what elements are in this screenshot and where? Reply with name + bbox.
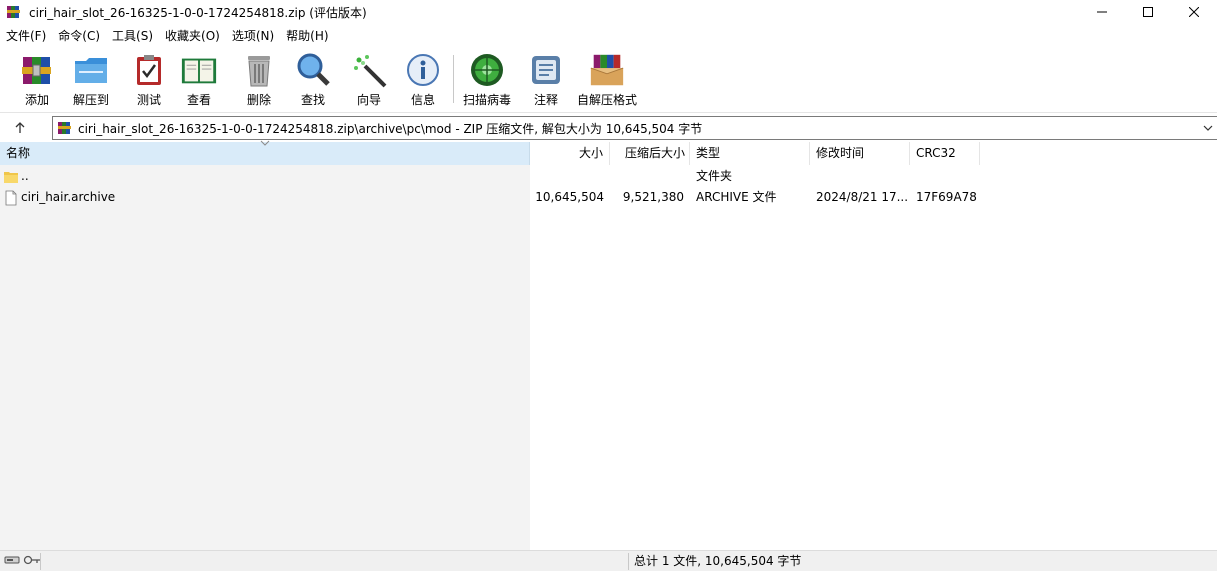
sort-caret-icon [260, 140, 270, 146]
column-header-type[interactable]: 类型 [690, 142, 810, 165]
menu-file[interactable]: 文件(F) [0, 25, 52, 47]
menu-options[interactable]: 选项(N) [226, 25, 280, 47]
virus-scan-button[interactable]: 扫描病毒 [463, 51, 511, 111]
delete-button[interactable]: 删除 [240, 51, 278, 111]
info-icon [407, 54, 439, 86]
menu-favorites[interactable]: 收藏夹(O) [159, 25, 226, 47]
delete-label: 删除 [246, 93, 271, 107]
status-bar: 总计 1 文件, 10,645,504 字节 [0, 550, 1217, 571]
add-label: 添加 [24, 93, 49, 107]
test-button[interactable]: 测试 [130, 51, 168, 111]
table-row[interactable]: ciri_hair.archive 10,645,504 9,521,380 A… [0, 187, 1217, 208]
status-divider [628, 553, 629, 570]
extract-folder-icon [75, 58, 107, 83]
title-bar: ciri_hair_slot_26-16325-1-0-0-1724254818… [0, 0, 1217, 24]
menu-help[interactable]: 帮助(H) [280, 25, 334, 47]
sfx-button[interactable]: 自解压格式 [577, 51, 637, 111]
find-label: 查找 [300, 93, 325, 107]
view-button[interactable]: 查看 [180, 51, 218, 111]
column-header-modified[interactable]: 修改时间 [810, 142, 910, 165]
window-controls [1079, 0, 1217, 24]
comment-button[interactable]: 注释 [527, 51, 565, 111]
row-size [530, 166, 610, 187]
add-button[interactable]: 添加 [18, 51, 56, 111]
minimize-button[interactable] [1079, 0, 1125, 24]
minimize-icon [1097, 11, 1107, 13]
comment-label: 注释 [533, 93, 558, 107]
row-packed: 9,521,380 [622, 190, 684, 204]
status-summary: 总计 1 文件, 10,645,504 字节 [634, 554, 802, 568]
row-name: .. [21, 169, 29, 183]
row-packed [610, 166, 690, 187]
winrar-window: ciri_hair_slot_26-16325-1-0-0-1724254818… [0, 0, 1217, 571]
file-icon [5, 190, 17, 205]
row-type: 文件夹 [696, 169, 733, 183]
extract-to-label: 解压到 [72, 93, 109, 107]
test-label: 测试 [136, 93, 161, 107]
column-header-name[interactable]: 名称 [0, 140, 530, 165]
column-header-packed[interactable]: 压缩后大小 [610, 142, 690, 165]
row-size: 10,645,504 [535, 190, 604, 204]
menu-tools[interactable]: 工具(S) [106, 25, 159, 47]
status-icons [4, 554, 44, 566]
window-title: ciri_hair_slot_26-16325-1-0-0-1724254818… [29, 5, 367, 20]
folder-icon [4, 171, 18, 183]
up-folder-button[interactable] [10, 118, 30, 138]
menu-bar: 文件(F) 命令(C) 工具(S) 收藏夹(O) 选项(N) 帮助(H) [0, 25, 1217, 47]
comment-icon [532, 56, 560, 84]
chevron-down-icon[interactable] [1202, 122, 1214, 134]
view-book-icon [181, 58, 217, 84]
close-button[interactable] [1171, 0, 1217, 24]
info-label: 信息 [410, 93, 435, 107]
row-modified: 2024/8/21 17... [816, 190, 909, 204]
find-button[interactable]: 查找 [294, 51, 332, 111]
name-column-background [0, 165, 530, 550]
add-archive-icon [22, 57, 51, 84]
winrar-icon [7, 6, 20, 18]
toolbar-separator [453, 55, 454, 103]
row-type: ARCHIVE 文件 [696, 190, 777, 204]
file-list-header: 名称 大小 压缩后大小 类型 修改时间 CRC32 [0, 140, 1217, 165]
path-text: ciri_hair_slot_26-16325-1-0-0-1724254818… [78, 121, 703, 136]
sfx-label: 自解压格式 [577, 93, 638, 107]
row-name: ciri_hair.archive [21, 190, 116, 204]
column-name-label: 名称 [6, 146, 31, 160]
column-header-crc[interactable]: CRC32 [910, 142, 980, 165]
test-clipboard-icon [137, 55, 161, 85]
toolbar: 添加 解压到 测试 查看 删除 查找 向导 信息 扫描病毒 注释 自解压格式 [0, 47, 1217, 113]
maximize-button[interactable] [1125, 0, 1171, 24]
maximize-icon [1143, 7, 1153, 17]
wizard-button[interactable]: 向导 [350, 51, 388, 111]
wizard-label: 向导 [356, 93, 381, 107]
trash-icon [248, 56, 270, 87]
row-name-cell: .. [4, 166, 29, 187]
menu-commands[interactable]: 命令(C) [52, 25, 106, 47]
drive-icon[interactable] [4, 554, 20, 566]
row-crc: 17F69A78 [916, 190, 977, 204]
column-header-size[interactable]: 大小 [530, 142, 610, 165]
up-arrow-icon [15, 122, 25, 133]
view-label: 查看 [186, 93, 211, 107]
virus-scan-label: 扫描病毒 [463, 93, 512, 107]
extract-to-button[interactable]: 解压到 [72, 51, 110, 111]
virus-scan-icon [471, 54, 503, 86]
info-button[interactable]: 信息 [404, 51, 442, 111]
path-field[interactable]: ciri_hair_slot_26-16325-1-0-0-1724254818… [52, 116, 1217, 140]
address-bar: ciri_hair_slot_26-16325-1-0-0-1724254818… [0, 114, 1217, 141]
sfx-box-icon [590, 54, 624, 86]
table-row[interactable]: .. 文件夹 [0, 166, 1217, 187]
magnifier-icon [297, 53, 330, 86]
wizard-wand-icon [354, 55, 387, 88]
row-name-cell: ciri_hair.archive [4, 187, 115, 208]
close-icon [1189, 7, 1199, 17]
winrar-icon [58, 122, 71, 134]
status-divider [40, 553, 41, 570]
key-icon[interactable] [23, 554, 41, 566]
